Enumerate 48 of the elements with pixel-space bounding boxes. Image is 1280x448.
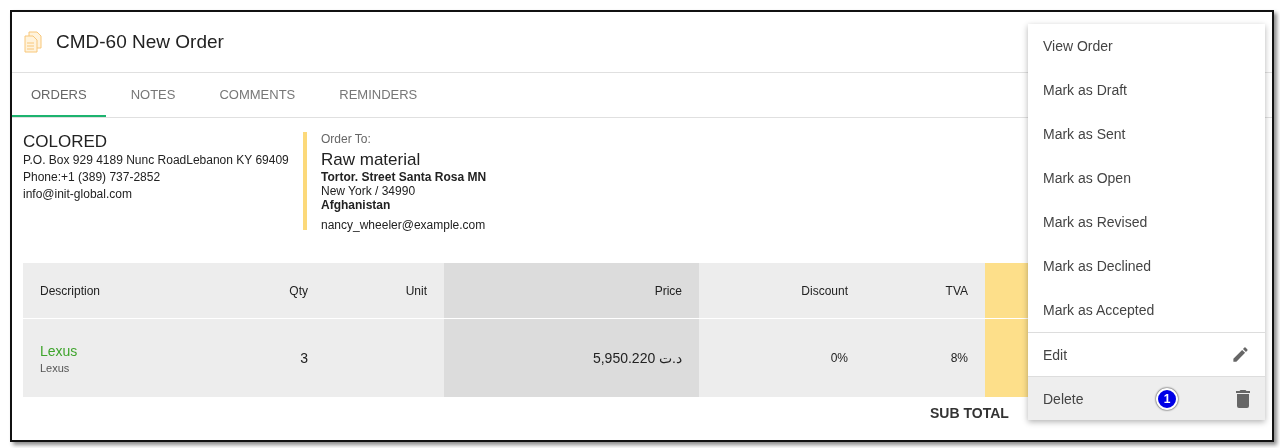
recipient-street: Tortor. Street Santa Rosa MN: [321, 170, 487, 184]
company-phone: Phone:+1 (389) 737-2852: [23, 169, 162, 186]
company-name: COLORED: [23, 132, 109, 152]
recipient-email: nancy_wheeler@example.com: [321, 218, 487, 232]
subtotal-label: SUB TOTAL: [930, 405, 1009, 421]
menu-item[interactable]: Delete 1: [1028, 376, 1265, 420]
menu-item[interactable]: Mark as Sent: [1028, 112, 1265, 156]
table-cell: 5,950.220 د.ت: [444, 318, 699, 397]
menu-item[interactable]: Mark as Draft: [1028, 68, 1265, 112]
company-address: P.O. Box 929 4189 Nunc RoadLebanon KY 69409: [23, 152, 290, 169]
menu-item[interactable]: Mark as Revised: [1028, 200, 1265, 244]
column-header: Qty: [260, 263, 325, 319]
menu-item[interactable]: Mark as Declined: [1028, 244, 1265, 288]
recipient-country: Afghanistan: [321, 198, 392, 212]
menu-item-label: View Order: [1043, 38, 1113, 54]
trash-icon: [1236, 389, 1250, 408]
column-header: Price: [444, 263, 699, 319]
page-title: CMD-60 New Order: [56, 31, 224, 53]
menu-item[interactable]: Mark as Open: [1028, 156, 1265, 200]
pencil-icon: [1231, 345, 1250, 364]
tab[interactable]: ORDERS: [12, 73, 106, 117]
menu-item-label: Mark as Open: [1043, 170, 1131, 186]
table-cell: 8%: [865, 318, 985, 397]
menu-item-label: Mark as Revised: [1043, 214, 1148, 230]
column-header: TVA: [865, 263, 985, 319]
document-icon: [24, 31, 42, 53]
tab[interactable]: COMMENTS: [200, 73, 315, 117]
product-subtitle: Lexus: [40, 361, 71, 374]
recipient-city: New York / 34990: [321, 184, 417, 198]
menu-item-label: Edit: [1043, 346, 1068, 363]
menu-item-label: Mark as Draft: [1043, 82, 1127, 98]
menu-item-label: Delete: [1043, 390, 1084, 407]
table-cell: 3: [260, 318, 325, 397]
recipient-name: Raw material: [321, 150, 422, 170]
menu-item[interactable]: Mark as Accepted: [1028, 288, 1265, 332]
menu-item[interactable]: View Order: [1028, 24, 1265, 68]
tab[interactable]: NOTES: [111, 73, 195, 117]
menu-item-label: Mark as Accepted: [1043, 302, 1155, 318]
column-header: Discount: [699, 263, 865, 319]
order-to-label: Order To:: [321, 132, 372, 146]
column-header: Unit: [325, 263, 444, 319]
tab[interactable]: REMINDERS: [320, 73, 437, 117]
menu-item-label: Mark as Sent: [1043, 126, 1126, 142]
company-email: info@init-global.com: [23, 186, 133, 203]
table-cell: 0%: [699, 318, 865, 397]
number-badge: 1: [1156, 388, 1178, 410]
menu-item-label: Mark as Declined: [1043, 258, 1152, 274]
column-header: Description: [23, 263, 260, 319]
